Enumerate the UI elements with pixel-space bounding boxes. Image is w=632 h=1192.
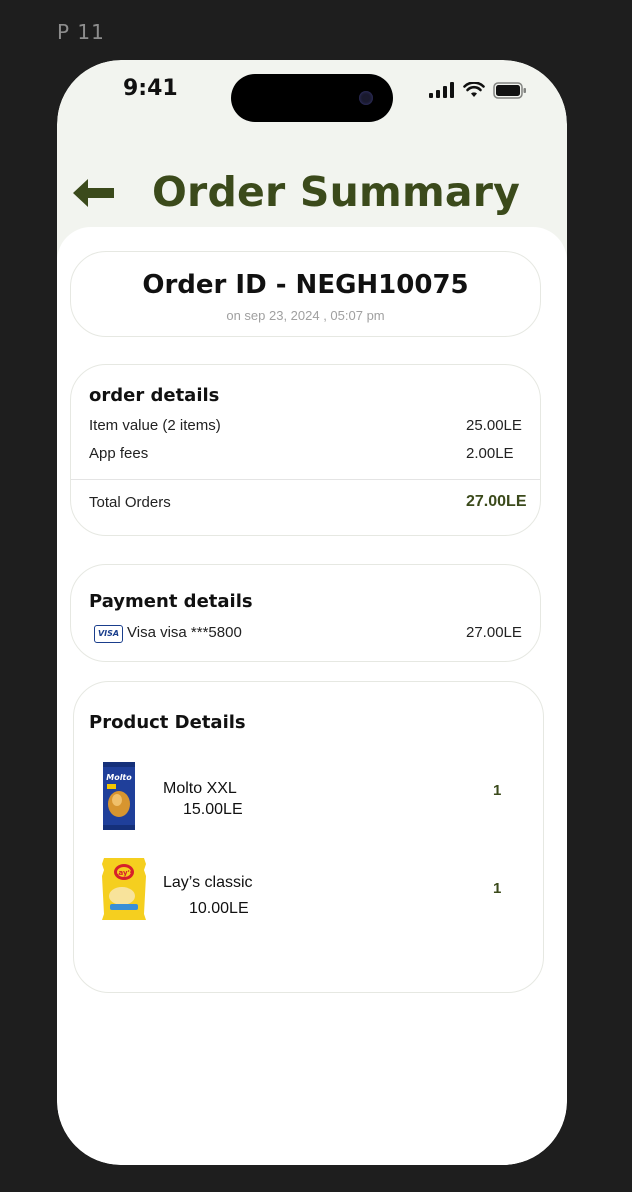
product-quantity: 1 (493, 880, 502, 897)
dynamic-island (231, 74, 393, 122)
status-bar: 9:41 (57, 60, 567, 122)
molto-logo-text: Molto (106, 773, 132, 782)
camera-icon (359, 91, 373, 105)
item-value-amount: 25.00LE (466, 417, 522, 434)
total-orders-amount: 27.00LE (466, 493, 527, 510)
order-date: on sep 23, 2024 , 05:07 pm (226, 308, 385, 323)
payment-details-card: Payment details VISA Visa visa ***5800 2… (70, 564, 541, 662)
product-name: Molto XXL (163, 780, 237, 797)
battery-icon (493, 81, 526, 99)
order-id-card: Order ID - NEGH10075 on sep 23, 2024 , 0… (70, 251, 541, 337)
product-quantity: 1 (493, 782, 502, 799)
lays-logo-text: Lay's (114, 869, 134, 877)
product-price: 10.00LE (189, 900, 249, 917)
screen: 9:41 Order Summary Order ID - NEGH10075 … (57, 60, 567, 1165)
lays-product-image: Lay's (102, 858, 146, 920)
wifi-icon (463, 82, 485, 97)
status-icons (429, 80, 527, 100)
app-fees-amount: 2.00LE (466, 445, 514, 462)
phone-frame: 9:41 Order Summary Order ID - NEGH10075 … (57, 60, 567, 1165)
molto-product-image: Molto (103, 762, 135, 830)
payment-details-title: Payment details (89, 591, 253, 612)
divider (71, 479, 540, 480)
order-details-card: order details Item value (2 items) 25.00… (70, 364, 541, 536)
page-title: Order Summary (152, 168, 521, 216)
frame-label: P 11 (57, 20, 105, 44)
total-orders-label: Total Orders (89, 494, 171, 511)
item-value-label: Item value (2 items) (89, 417, 221, 434)
visa-card-icon: VISA (94, 625, 123, 643)
order-id: Order ID - NEGH10075 (142, 270, 469, 300)
payment-amount: 27.00LE (466, 624, 522, 641)
back-arrow-icon[interactable] (71, 176, 117, 210)
app-fees-label: App fees (89, 445, 149, 462)
product-details-title: Product Details (89, 712, 246, 733)
product-name: Lay’s classic (163, 874, 253, 891)
product-details-card: Product Details Molto Molto XXL 15.00LE … (73, 681, 544, 993)
payment-method: Visa visa ***5800 (127, 624, 242, 641)
order-details-title: order details (89, 385, 220, 406)
status-time: 9:41 (123, 76, 178, 101)
signal-icon (429, 82, 454, 98)
product-price: 15.00LE (183, 801, 243, 818)
